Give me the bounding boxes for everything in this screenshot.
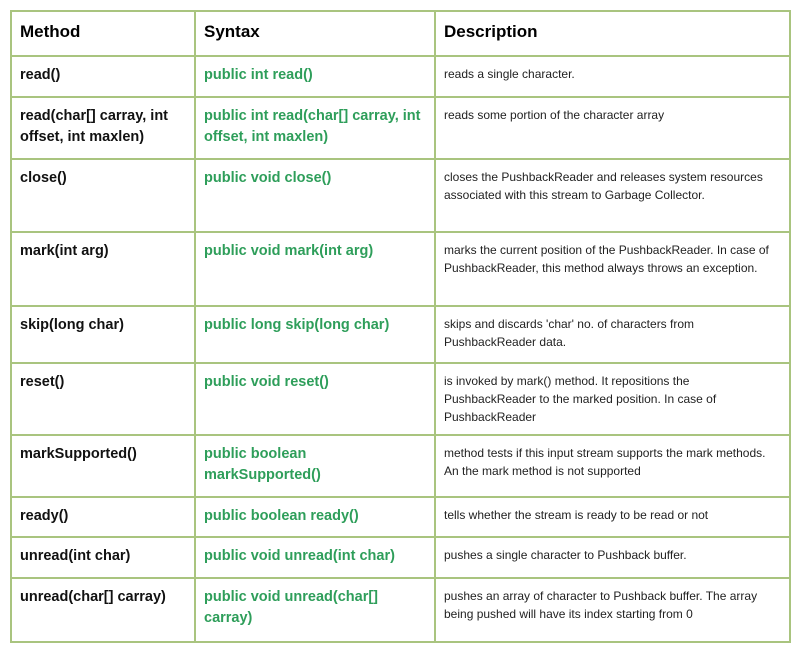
method-cell: read(char[] carray, int offset, int maxl… [10,96,196,160]
syntax-cell: public void unread(int char) [194,536,436,579]
syntax-cell: public void unread(char[] carray) [194,577,436,643]
method-cell: unread(char[] carray) [10,577,196,643]
syntax-cell: public long skip(long char) [194,305,436,364]
table-row: skip(long char) public long skip(long ch… [10,305,791,364]
method-cell: unread(int char) [10,536,196,579]
methods-table: Method Syntax Description read() public … [10,10,791,643]
description-cell: method tests if this input stream suppor… [434,434,791,498]
description-cell: tells whether the stream is ready to be … [434,496,791,538]
syntax-cell: public void reset() [194,362,436,436]
syntax-cell: public int read() [194,55,436,98]
method-cell: close() [10,158,196,233]
syntax-cell: public boolean markSupported() [194,434,436,498]
description-cell: pushes an array of character to Pushback… [434,577,791,643]
description-cell: pushes a single character to Pushback bu… [434,536,791,579]
method-cell: skip(long char) [10,305,196,364]
syntax-cell: public int read(char[] carray, int offse… [194,96,436,160]
description-cell: reads some portion of the character arra… [434,96,791,160]
method-cell: reset() [10,362,196,436]
description-cell: marks the current position of the Pushba… [434,231,791,307]
table-row: unread(int char) public void unread(int … [10,536,791,579]
syntax-cell: public void close() [194,158,436,233]
table-row: read(char[] carray, int offset, int maxl… [10,96,791,160]
table-row: mark(int arg) public void mark(int arg) … [10,231,791,307]
table-row: close() public void close() closes the P… [10,158,791,233]
header-row: Method Syntax Description [10,10,791,57]
table-row: ready() public boolean ready() tells whe… [10,496,791,538]
method-cell: ready() [10,496,196,538]
table-row: reset() public void reset() is invoked b… [10,362,791,436]
table-row: markSupported() public boolean markSuppo… [10,434,791,498]
description-cell: closes the PushbackReader and releases s… [434,158,791,233]
syntax-cell: public void mark(int arg) [194,231,436,307]
method-cell: markSupported() [10,434,196,498]
syntax-cell: public boolean ready() [194,496,436,538]
header-syntax: Syntax [194,10,436,57]
description-cell: is invoked by mark() method. It repositi… [434,362,791,436]
header-method: Method [10,10,196,57]
method-cell: read() [10,55,196,98]
table-row: unread(char[] carray) public void unread… [10,577,791,643]
description-cell: reads a single character. [434,55,791,98]
table-row: read() public int read() reads a single … [10,55,791,98]
header-description: Description [434,10,791,57]
description-cell: skips and discards 'char' no. of charact… [434,305,791,364]
method-cell: mark(int arg) [10,231,196,307]
